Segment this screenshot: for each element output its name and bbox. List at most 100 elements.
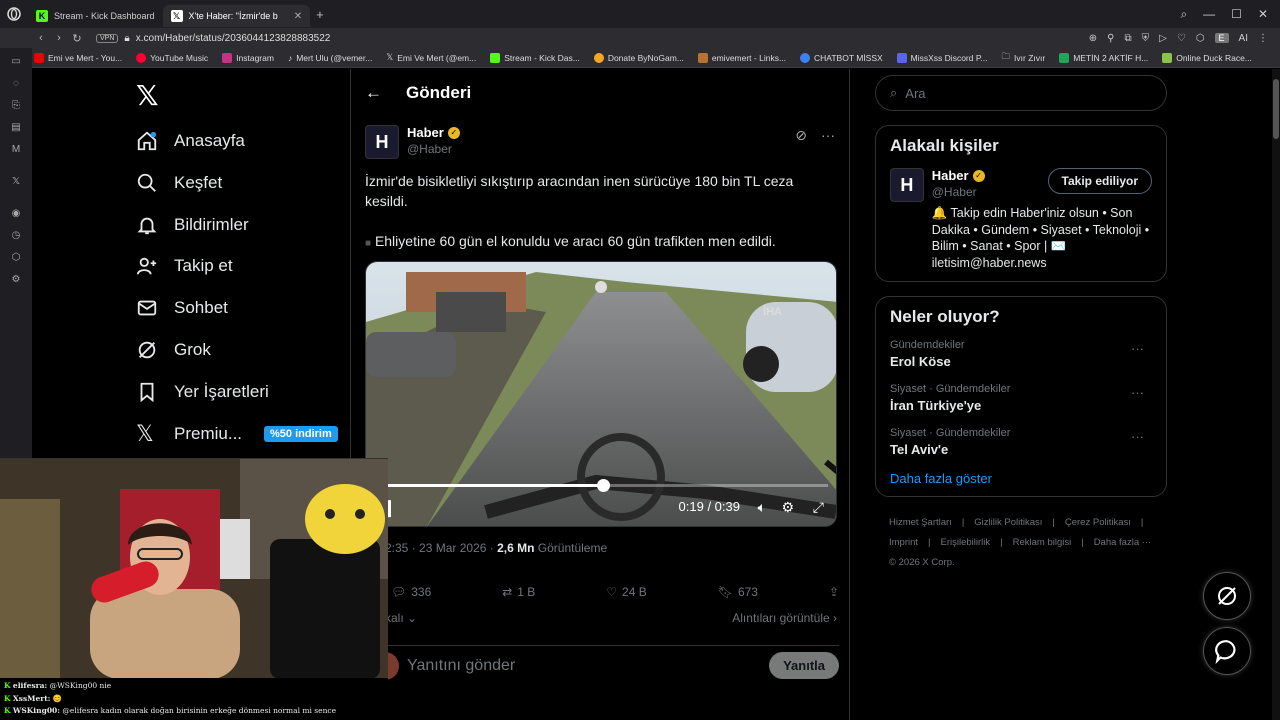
footer-link[interactable]: Gizlilik Politikası xyxy=(974,515,1042,531)
author-name[interactable]: Haber xyxy=(407,125,444,140)
back-arrow-icon[interactable]: ← xyxy=(365,83,382,103)
avatar[interactable]: H xyxy=(365,125,399,159)
share-button[interactable]: ⇪ xyxy=(829,585,839,599)
ai-button[interactable]: AI xyxy=(1239,33,1248,44)
flow-icon[interactable]: ⎘ xyxy=(0,94,32,116)
history-icon[interactable]: ◷ xyxy=(0,224,32,246)
back-button[interactable]: ‹ xyxy=(32,32,50,44)
repost-button[interactable]: ⇄ 1 B xyxy=(502,585,535,599)
bookmark-item[interactable]: emivemert - Links... xyxy=(697,52,786,63)
nav-messages[interactable]: Sohbet xyxy=(136,288,228,328)
gmail-icon[interactable]: M xyxy=(0,138,32,160)
more-options-icon[interactable]: ··· xyxy=(1131,385,1144,400)
grok-icon[interactable]: ⊘ xyxy=(795,127,807,144)
maximize-button[interactable]: ☐ xyxy=(1231,7,1242,22)
menu-icon[interactable]: ⋮ xyxy=(1258,33,1268,44)
reload-button[interactable]: ↻ xyxy=(68,32,86,45)
x-icon[interactable]: 𝕏 xyxy=(0,170,32,192)
following-button[interactable]: Takip ediliyor xyxy=(1047,168,1152,194)
nav-grok[interactable]: Grok xyxy=(136,330,211,370)
footer-link[interactable]: Reklam bilgisi xyxy=(1013,535,1072,551)
bookmark-item[interactable]: Emi ve Mert - You... xyxy=(34,52,122,63)
shield-icon[interactable]: ⛨ xyxy=(1142,33,1150,44)
more-options-icon[interactable]: ··· xyxy=(1131,429,1144,444)
volume-icon[interactable]: 🔈︎ xyxy=(758,499,766,516)
opera-logo-icon[interactable] xyxy=(0,0,28,28)
more-options-icon[interactable]: ··· xyxy=(1131,341,1144,356)
person-name[interactable]: Haber xyxy=(932,168,969,183)
bookmark-item[interactable]: CHATBOT MİSSX xyxy=(800,52,883,63)
footer-link[interactable]: Daha fazla ··· xyxy=(1094,535,1152,551)
trend-item[interactable]: Siyaset · Gündemdekiler Tel Aviv'e ··· xyxy=(890,427,1152,457)
close-window-button[interactable]: ✕ xyxy=(1258,7,1268,22)
settings-icon[interactable]: ⚙ xyxy=(0,268,32,290)
extensions-icon[interactable]: ⬡ xyxy=(0,246,32,268)
heart-icon[interactable]: ♡ xyxy=(1177,33,1186,44)
show-more-link[interactable]: Daha fazla göster xyxy=(890,471,1152,486)
nav-home[interactable]: Anasayfa xyxy=(136,121,245,161)
grok-fab[interactable] xyxy=(1203,572,1251,620)
search-icon[interactable]: ⌕ xyxy=(1180,7,1187,22)
extensions-icon[interactable]: ⬡ xyxy=(1196,33,1205,44)
view-quotes-link[interactable]: Alıntıları görüntüle › xyxy=(732,611,837,625)
bookmark-item[interactable]: Stream - Kick Das... xyxy=(490,52,580,63)
url-field[interactable]: x.com/Haber/status/2036044123828883522 xyxy=(136,33,331,44)
footer-link[interactable]: Imprint xyxy=(889,535,918,551)
minimize-button[interactable]: — xyxy=(1203,7,1215,22)
vpn-badge[interactable]: VPN xyxy=(96,33,119,43)
x-logo-icon[interactable]: 𝕏 xyxy=(136,79,159,112)
footer-link[interactable]: Çerez Politikası xyxy=(1065,515,1131,531)
bookmark-folder[interactable]: 🗀 Ivır Zıvır xyxy=(1002,51,1046,65)
bookmark-button[interactable]: 🔖︎ 673 xyxy=(718,585,758,599)
bookmark-item[interactable]: Donate ByNoGam... xyxy=(593,52,684,63)
play-icon[interactable]: ▷ xyxy=(1159,33,1167,44)
like-button[interactable]: ♡ 24 B xyxy=(606,585,646,599)
nav-notifications[interactable]: Bildirimler xyxy=(136,205,249,245)
player-icon[interactable]: ◉ xyxy=(0,202,32,224)
snapshot-icon[interactable]: ⧉ xyxy=(1124,33,1131,44)
nav-follow[interactable]: Takip et xyxy=(136,246,233,286)
nav-explore[interactable]: Keşfet xyxy=(136,163,222,203)
more-options-icon[interactable]: ··· xyxy=(821,127,835,144)
scrollbar-thumb[interactable] xyxy=(1273,79,1279,139)
zoom-icon[interactable]: ⊕ xyxy=(1089,33,1097,44)
workspaces-icon[interactable]: ▭ xyxy=(0,50,32,72)
settings-icon[interactable]: ⚙ xyxy=(781,499,794,516)
bookmark-item[interactable]: MissXss Discord P... xyxy=(896,52,988,63)
avatar[interactable]: H xyxy=(890,168,924,202)
video-scrubber[interactable] xyxy=(596,479,610,492)
aria-icon[interactable]: ◌ xyxy=(0,72,32,94)
new-tab-button[interactable]: + xyxy=(316,7,324,22)
close-tab-icon[interactable]: ✕ xyxy=(294,11,302,22)
nav-premium[interactable]: 𝕏 Premiu... %50 indirim xyxy=(136,414,338,454)
tab-x-post[interactable]: 𝕏 X'te Haber: "İzmir'de b ✕ xyxy=(162,5,311,27)
video-player[interactable]: İHA ▌ 0:19 / 0:39 🔈︎ ⚙ ⤢ xyxy=(365,261,837,527)
trend-item[interactable]: Gündemdekiler Erol Köse ··· xyxy=(890,339,1152,369)
bookmark-item[interactable]: YouTube Music xyxy=(136,52,208,63)
post-author[interactable]: H Haber ✓ @Haber xyxy=(365,125,460,159)
bookmark-item[interactable]: Instagram xyxy=(222,52,274,63)
bookmark-item[interactable]: 𝕏 Emi Ve Mert (@em... xyxy=(386,52,476,63)
bookmark-item[interactable]: Online Duck Race... xyxy=(1162,52,1252,63)
sort-dropdown[interactable]: kalı ⌄ xyxy=(385,611,417,625)
fullscreen-icon[interactable]: ⤢ xyxy=(813,499,824,516)
messages-fab[interactable] xyxy=(1203,627,1251,675)
tab-kick-dashboard[interactable]: K Stream - Kick Dashboard xyxy=(28,5,163,27)
pinboard-icon[interactable]: ▤ xyxy=(0,116,32,138)
search-input[interactable]: ⌕ Ara xyxy=(875,75,1167,111)
profile-avatar[interactable]: E xyxy=(1214,33,1229,43)
reply-submit-button[interactable]: Yanıtla xyxy=(769,652,839,679)
author-handle[interactable]: @Haber xyxy=(407,142,460,156)
person-item[interactable]: H Haber ✓ @Haber 🔔 Takip edin Haber'iniz … xyxy=(890,168,1152,271)
reply-input[interactable]: Yanıtını gönder xyxy=(407,657,515,675)
post-timestamp[interactable]: 2:35 · 23 Mar 2026 · xyxy=(385,541,494,555)
bookmark-item[interactable]: ♪ Mert Ulu (@vemer... xyxy=(288,53,372,63)
page-scrollbar[interactable] xyxy=(1272,69,1280,720)
footer-link[interactable]: Erişilebilirlik xyxy=(941,535,991,551)
nav-bookmarks[interactable]: Yer İşaretleri xyxy=(136,372,269,412)
forward-button[interactable]: › xyxy=(50,32,68,44)
bookmark-item[interactable]: METİN 2 AKTİF H... xyxy=(1059,52,1148,63)
pin-icon[interactable]: ⚲ xyxy=(1107,33,1114,44)
video-progress-bar[interactable] xyxy=(386,479,828,492)
reply-button[interactable]: 💬︎ 336 xyxy=(391,585,431,599)
